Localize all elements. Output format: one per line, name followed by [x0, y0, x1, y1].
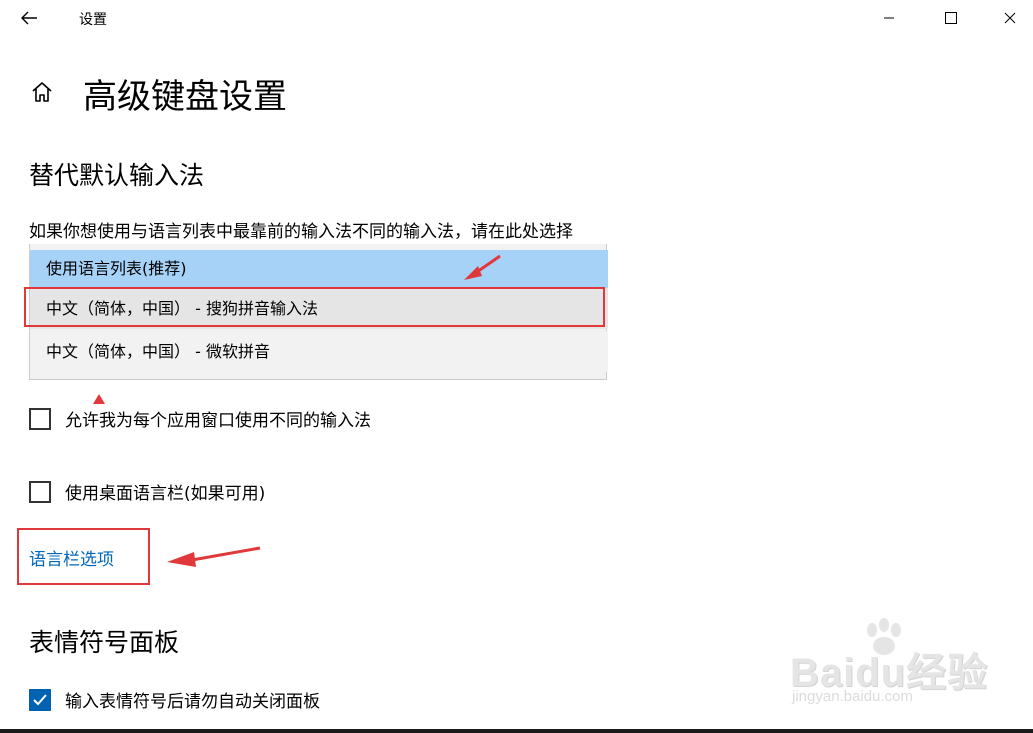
checkbox-emoji-panel[interactable]: 输入表情符号后请勿自动关闭面板 — [29, 687, 320, 712]
maximize-button[interactable] — [928, 0, 974, 36]
home-icon[interactable] — [30, 80, 54, 104]
minimize-icon — [883, 9, 895, 28]
window-title: 设置 — [79, 12, 107, 28]
option-microsoft-pinyin[interactable]: 中文（简体，中国） - 微软拼音 — [30, 331, 608, 372]
close-button[interactable] — [987, 0, 1033, 36]
maximize-icon — [945, 9, 957, 28]
option-language-list[interactable]: 使用语言列表(推荐) — [30, 250, 608, 288]
override-section-title: 替代默认输入法 — [29, 161, 205, 190]
back-arrow-icon[interactable] — [18, 7, 40, 29]
option-label: 使用语言列表(推荐) — [46, 259, 187, 278]
checkbox-label: 输入表情符号后请勿自动关闭面板 — [65, 692, 320, 712]
title-bar: 设置 — [0, 0, 1033, 36]
option-label: 中文（简体，中国） - 微软拼音 — [46, 342, 270, 361]
override-description: 如果你想使用与语言列表中最靠前的输入法不同的输入法，请在此处选择 — [29, 222, 573, 242]
emoji-section-title: 表情符号面板 — [29, 628, 180, 657]
checkbox-label: 使用桌面语言栏(如果可用) — [65, 484, 266, 504]
annotation-highlight-box — [17, 528, 150, 585]
checkbox-box[interactable] — [29, 688, 51, 711]
checkmark-icon — [33, 693, 47, 705]
annotation-arrow-icon — [167, 546, 261, 567]
watermark-url: jingyan.baidu.com — [792, 688, 913, 705]
annotation-marker-icon — [93, 394, 105, 404]
close-icon — [1004, 9, 1016, 28]
baidu-watermark: Baidu经验 jingyan.baidu.com — [790, 618, 1000, 713]
minimize-button[interactable] — [866, 0, 912, 36]
annotation-arrow-icon — [464, 254, 501, 280]
page-title: 高级键盘设置 — [83, 77, 287, 117]
checkbox-per-app-input[interactable]: 允许我为每个应用窗口使用不同的输入法 — [29, 406, 371, 431]
checkbox-label: 允许我为每个应用窗口使用不同的输入法 — [65, 411, 371, 431]
checkbox-box[interactable] — [29, 407, 51, 430]
checkbox-desktop-language-bar[interactable]: 使用桌面语言栏(如果可用) — [29, 479, 265, 504]
window-bottom-border — [0, 729, 1033, 733]
checkbox-box[interactable] — [29, 480, 51, 503]
annotation-highlight-box — [24, 287, 605, 327]
